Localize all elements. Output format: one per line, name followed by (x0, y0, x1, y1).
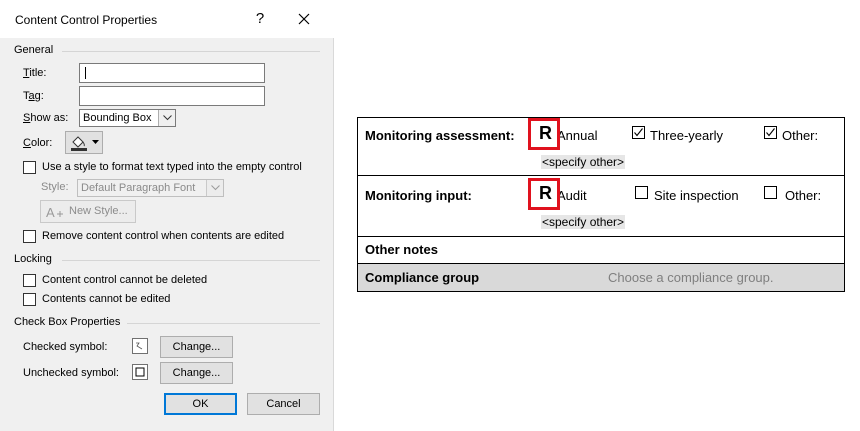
unchecked-symbol-label: Unchecked symbol: (23, 367, 119, 379)
svg-text:A: A (46, 205, 55, 219)
change-unchecked-symbol-button[interactable]: Change... (160, 362, 233, 384)
cannot-edit-label: Contents cannot be edited (42, 293, 171, 305)
checked-symbol-label: Checked symbol: (23, 341, 108, 353)
show-as-select[interactable]: Bounding Box (79, 109, 176, 127)
cannot-edit-checkbox[interactable] (23, 293, 36, 306)
monitoring-input-label: Monitoring input: (365, 188, 472, 203)
new-style-label: New Style... (69, 205, 128, 217)
row-divider (358, 236, 844, 237)
r-symbol: R (539, 123, 552, 143)
unchecked-symbol-icon (135, 367, 145, 377)
r-symbol-checkbox-annual[interactable]: R (528, 118, 560, 150)
show-as-label: Show as: (23, 112, 69, 124)
specify-other-input-field[interactable]: <specify other> (541, 215, 626, 229)
unchecked-symbol-preview (132, 364, 148, 380)
other-input-label: Other: (785, 188, 822, 203)
use-style-checkbox[interactable] (23, 161, 36, 174)
general-group-divider (62, 51, 320, 52)
row-divider (358, 175, 844, 176)
locking-group-divider (62, 260, 320, 261)
content-control-properties-dialog: Content Control Properties ? General Tit… (0, 0, 334, 431)
locking-group-label: Locking (14, 253, 52, 265)
remove-control-checkbox[interactable] (23, 230, 36, 243)
cancel-button[interactable]: Cancel (247, 393, 320, 415)
close-button[interactable] (293, 8, 315, 30)
style-value: Default Paragraph Font (81, 182, 196, 194)
dialog-titlebar: Content Control Properties ? (0, 0, 334, 38)
three-yearly-label: Three-yearly (650, 128, 723, 143)
paint-bucket-icon (71, 136, 87, 151)
new-style-icon: A (46, 205, 63, 219)
site-inspection-label: Site inspection (654, 188, 739, 203)
new-style-button[interactable]: A New Style... (40, 200, 136, 223)
tag-input[interactable] (79, 86, 265, 106)
other-notes-label: Other notes (365, 242, 438, 257)
cannot-delete-label: Content control cannot be deleted (42, 274, 208, 286)
tag-label: Tag: (23, 90, 44, 102)
chevron-down-icon (163, 115, 172, 121)
help-button[interactable]: ? (250, 8, 270, 30)
use-style-label: Use a style to format text typed into th… (42, 161, 302, 173)
compliance-group-dropdown[interactable]: Choose a compliance group. (608, 270, 774, 285)
checked-symbol-icon (136, 342, 143, 350)
general-group-label: General (14, 44, 54, 56)
three-yearly-checkbox[interactable] (632, 126, 645, 139)
chevron-down-icon (211, 185, 220, 191)
text-caret (85, 67, 86, 79)
other-assessment-label: Other: (782, 128, 819, 143)
color-picker-button[interactable] (65, 131, 103, 154)
other-assessment-checkbox[interactable] (764, 126, 777, 139)
cannot-delete-checkbox[interactable] (23, 274, 36, 287)
ok-button[interactable]: OK (164, 393, 237, 415)
checked-symbol-preview (132, 338, 148, 354)
checkmark-icon (634, 128, 643, 137)
style-dropdown-arrow[interactable] (206, 180, 223, 196)
r-symbol: R (539, 183, 552, 203)
checkmark-icon (766, 128, 775, 137)
audit-option-label: Audit (557, 188, 587, 203)
compliance-group-label: Compliance group (365, 270, 480, 285)
dialog-title: Content Control Properties (15, 13, 158, 27)
title-label: Title: (23, 67, 47, 79)
specify-other-assessment-field[interactable]: <specify other> (541, 155, 626, 169)
chevron-down-icon (92, 140, 99, 144)
remove-control-label: Remove content control when contents are… (42, 230, 285, 242)
title-input[interactable] (79, 63, 265, 83)
show-as-dropdown-arrow[interactable] (158, 110, 175, 126)
color-label: Color: (23, 137, 53, 149)
r-symbol-checkbox-audit[interactable]: R (528, 178, 560, 210)
other-input-checkbox[interactable] (764, 186, 777, 199)
close-icon (298, 13, 310, 25)
checkbox-props-divider (127, 323, 320, 324)
show-as-value: Bounding Box (83, 112, 152, 124)
annual-option-label: Annual (557, 128, 598, 143)
document-table: Monitoring assessment: Annual R Three-ye… (357, 117, 845, 292)
change-checked-symbol-button[interactable]: Change... (160, 336, 233, 358)
monitoring-assessment-label: Monitoring assessment: (365, 128, 515, 143)
checkbox-props-group-label: Check Box Properties (14, 316, 121, 328)
style-select[interactable]: Default Paragraph Font (77, 179, 224, 197)
site-inspection-checkbox[interactable] (635, 186, 648, 199)
style-label: Style: (41, 181, 69, 193)
